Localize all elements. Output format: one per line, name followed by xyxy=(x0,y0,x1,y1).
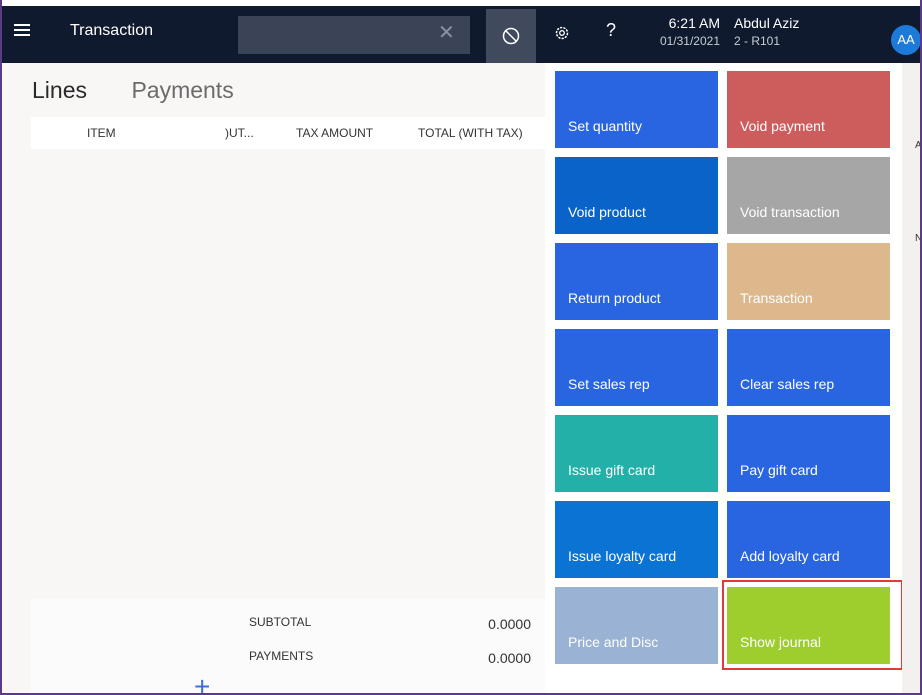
transaction-lines-panel: Lines Payments ITEM )UT... TAX AMOUNT TO… xyxy=(2,63,545,695)
store-register: 2 - R101 xyxy=(734,34,781,48)
column-header-row: ITEM )UT... TAX AMOUNT TOTAL (WITH TAX) xyxy=(31,117,545,149)
tile-set-quantity-button[interactable]: Set quantity xyxy=(555,71,718,148)
tile-transaction-button[interactable]: Transaction xyxy=(727,243,890,320)
top-edge xyxy=(0,0,922,6)
tab-lines[interactable]: Lines xyxy=(32,77,87,104)
tile-label: Price and Disc xyxy=(568,634,659,650)
column-tax-amount[interactable]: TAX AMOUNT xyxy=(296,126,373,140)
tile-label: Void transaction xyxy=(740,204,840,220)
tile-issue-gift-card-button[interactable]: Issue gift card xyxy=(555,415,718,492)
tile-add-loyalty-card-button[interactable]: Add loyalty card xyxy=(727,501,890,578)
totals-summary: SUBTOTAL 0.0000 PAYMENTS 0.0000 + xyxy=(31,599,545,695)
search-input[interactable] xyxy=(238,16,470,54)
right-strip: A N xyxy=(902,63,922,695)
user-info[interactable]: Abdul Aziz 2 - R101 xyxy=(734,15,799,48)
user-name: Abdul Aziz xyxy=(734,15,800,31)
tile-void-payment-button[interactable]: Void payment xyxy=(727,71,890,148)
clear-search-icon[interactable]: ✕ xyxy=(438,20,455,45)
avatar[interactable]: AA xyxy=(891,25,921,55)
tile-label: Void payment xyxy=(740,118,825,134)
block-button[interactable] xyxy=(486,9,536,63)
payments-label: PAYMENTS xyxy=(249,649,314,663)
tile-issue-loyalty-card-button[interactable]: Issue loyalty card xyxy=(555,501,718,578)
tile-label: Pay gift card xyxy=(740,462,818,478)
tab-payments[interactable]: Payments xyxy=(131,77,233,104)
tile-label: Clear sales rep xyxy=(740,376,835,392)
right-strip-tag-n: N xyxy=(915,233,922,244)
tile-label: Void product xyxy=(568,204,646,220)
tabs: Lines Payments xyxy=(32,77,274,104)
clock: 6:21 AM 01/31/2021 xyxy=(648,15,720,48)
settings-gear-icon[interactable] xyxy=(553,24,571,47)
tile-pay-gift-card-button[interactable]: Pay gift card xyxy=(727,415,890,492)
tile-label: Show journal xyxy=(740,634,821,650)
tile-label: Set sales rep xyxy=(568,376,650,392)
payments-value: 0.0000 xyxy=(488,650,531,666)
column-discount[interactable]: )UT... xyxy=(225,126,254,140)
tile-label: Issue gift card xyxy=(568,462,656,478)
date: 01/31/2021 xyxy=(659,34,720,48)
subtotal-value: 0.0000 xyxy=(488,616,531,632)
tile-label: Return product xyxy=(568,290,661,306)
right-strip-tag-a: A xyxy=(915,140,922,151)
tile-label: Transaction xyxy=(740,290,813,306)
tile-return-product-button[interactable]: Return product xyxy=(555,243,718,320)
block-icon xyxy=(502,27,520,45)
tile-show-journal-button[interactable]: Show journal xyxy=(727,587,890,664)
tile-set-sales-rep-button[interactable]: Set sales rep xyxy=(555,329,718,406)
add-icon[interactable]: + xyxy=(194,673,210,695)
time: 6:21 AM xyxy=(668,15,720,31)
tile-void-product-button[interactable]: Void product xyxy=(555,157,718,234)
tile-label: Set quantity xyxy=(568,118,642,134)
hamburger-menu-icon[interactable] xyxy=(14,24,30,38)
column-total-with-tax[interactable]: TOTAL (WITH TAX) xyxy=(418,126,523,140)
page-title: Transaction xyxy=(70,22,153,39)
tile-clear-sales-rep-button[interactable]: Clear sales rep xyxy=(727,329,890,406)
tile-label: Issue loyalty card xyxy=(568,548,677,564)
subtotal-label: SUBTOTAL xyxy=(249,615,312,629)
tile-price-and-disc-button[interactable]: Price and Disc xyxy=(555,587,718,664)
tile-void-transaction-button[interactable]: Void transaction xyxy=(727,157,890,234)
column-item[interactable]: ITEM xyxy=(87,126,116,140)
top-bar: Transaction ✕ ? 6:21 AM 01/31/2021 Abdul… xyxy=(0,0,922,63)
help-icon[interactable]: ? xyxy=(606,20,616,41)
tile-label: Add loyalty card xyxy=(740,548,840,564)
